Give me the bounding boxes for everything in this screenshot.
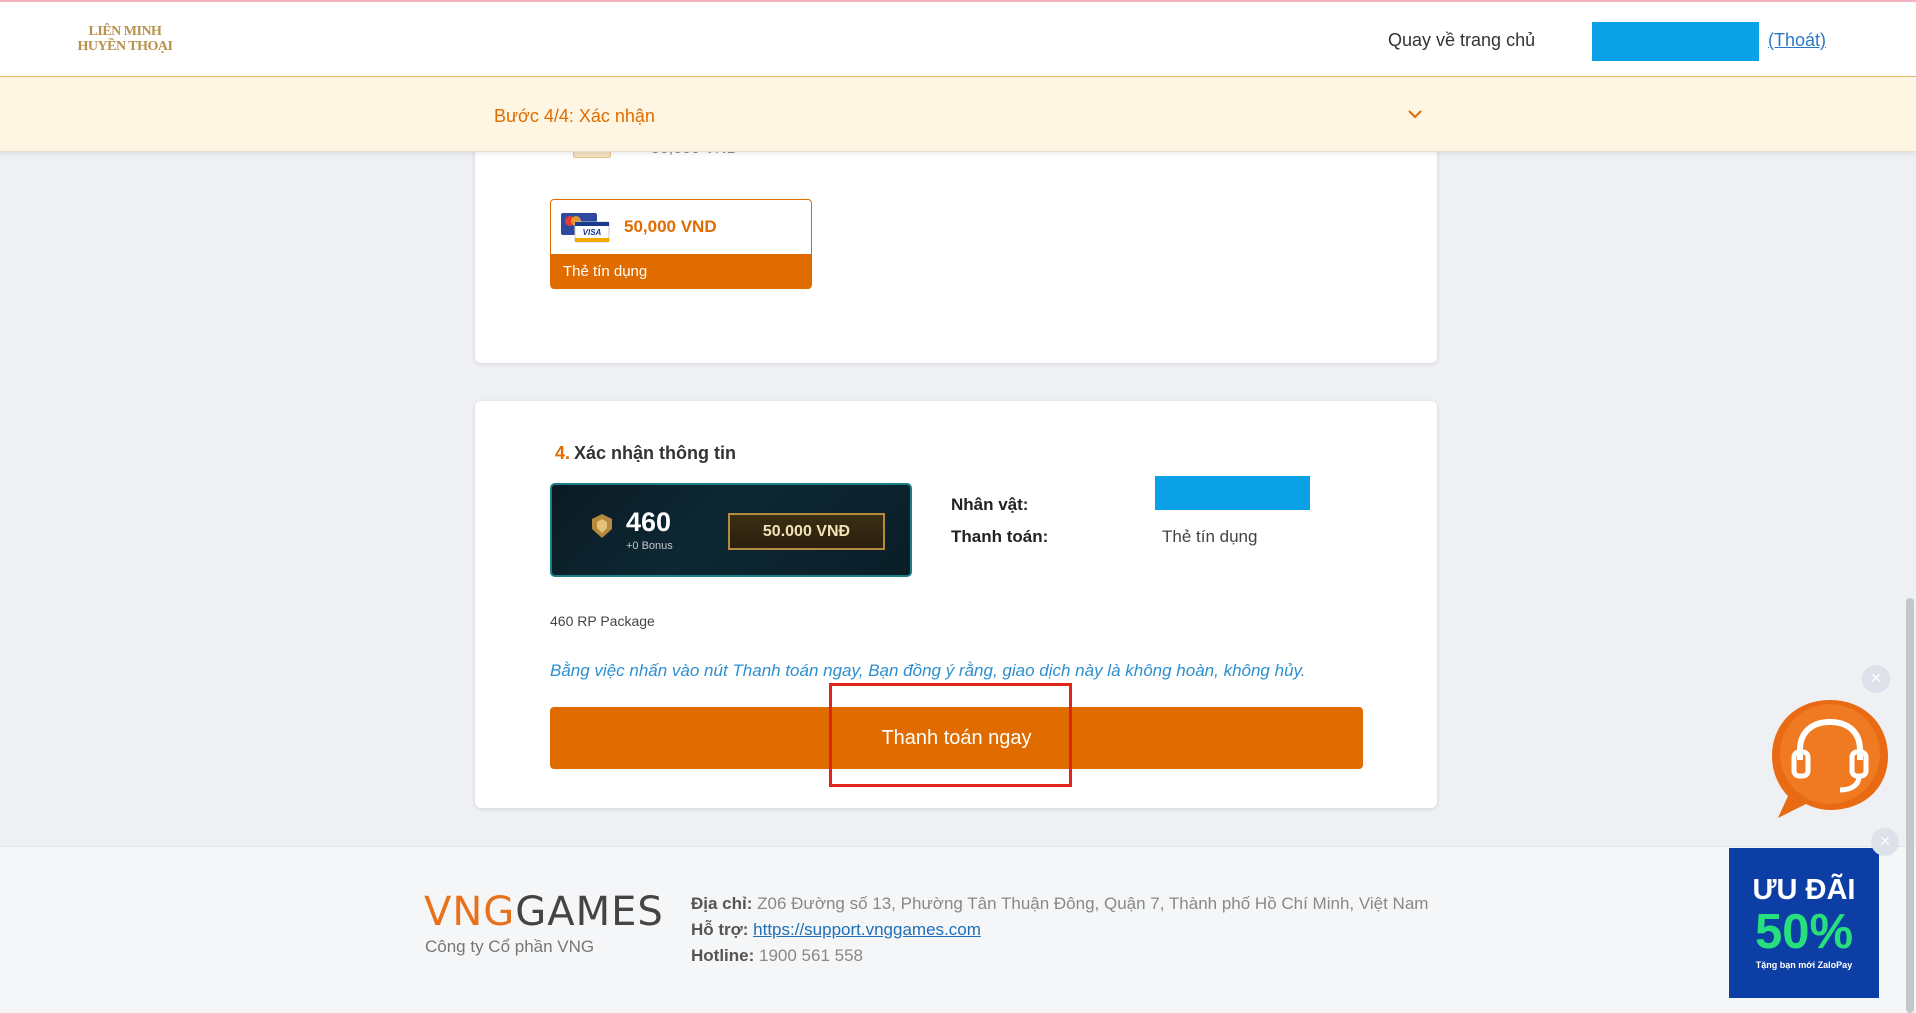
address-value: Z06 Đường số 13, Phường Tân Thuận Đông, … (757, 894, 1429, 913)
selected-payment-method[interactable]: VISA 50,000 VND Thẻ tín dụng (550, 199, 812, 289)
logout-link[interactable]: (Thoát) (1768, 30, 1826, 51)
rp-package-card: 460 +0 Bonus 50.000 VNĐ (550, 483, 912, 577)
price-badge: 50.000 VNĐ (728, 513, 885, 550)
confirm-info-card: 4. Xác nhận thông tin 460 +0 Bonus 50.000… (475, 401, 1437, 808)
hotline-label: Hotline: (691, 946, 755, 965)
step-bar[interactable]: Bước 4/4: Xác nhận (0, 76, 1916, 152)
method-label: Thẻ tín dụng (563, 263, 648, 280)
payment-value: Thẻ tín dụng (1162, 527, 1258, 546)
character-name-redacted (1155, 476, 1310, 510)
page-scrollbar[interactable] (1906, 598, 1914, 1013)
promo-title: ƯU ĐÃI (1752, 874, 1856, 906)
riot-points-icon (592, 514, 612, 538)
step-indicator: Bước 4/4: Xác nhận (494, 106, 655, 126)
credit-card-visa-mastercard-icon: VISA (561, 213, 610, 243)
method-footer: Thẻ tín dụng (551, 254, 811, 288)
character-label: Nhân vật: (951, 495, 1029, 514)
home-link[interactable]: Quay về trang chủ (1388, 30, 1535, 51)
address-label: Địa chỉ: (691, 894, 753, 913)
lien-minh-logo[interactable]: LIÊN MINH HUYỀN THOẠI (72, 24, 178, 60)
section-number: 4. (555, 443, 571, 463)
logo-line-1: LIÊN MINH (88, 24, 162, 39)
svg-text:VISA: VISA (583, 228, 602, 237)
rp-amount: 460 (626, 507, 672, 537)
hotline-value: 1900 561 558 (759, 946, 864, 965)
company-name: Công ty Cổ phần VNG (425, 937, 595, 956)
package-name: 460 RP Package (550, 613, 655, 629)
headset-support-icon[interactable] (1766, 694, 1894, 822)
payment-label: Thanh toán: (951, 527, 1049, 546)
logo-vng: VNG (424, 889, 516, 935)
promo-subtitle: Tặng bạn mới ZaloPay (1755, 960, 1853, 970)
method-amount: 50,000 VND (624, 217, 717, 236)
promo-close-button[interactable]: × (1871, 828, 1899, 856)
support-link[interactable]: https://support.vnggames.com (753, 920, 981, 939)
support-label: Hỗ trợ: (691, 920, 749, 939)
logo-line-2: HUYỀN THOẠI (77, 39, 173, 54)
username-redacted (1592, 22, 1759, 61)
footer-hotline: Hotline: 1900 561 558 (691, 946, 863, 966)
rp-bonus: +0 Bonus (626, 540, 673, 552)
promo-discount: 50% (1754, 905, 1854, 959)
footer: VNGGAMES Công ty Cổ phần VNG Địa chỉ: Z0… (0, 846, 1916, 1013)
footer-support: Hỗ trợ: https://support.vnggames.com (691, 920, 981, 940)
footer-address: Địa chỉ: Z06 Đường số 13, Phường Tân Thu… (691, 894, 1428, 914)
zalopay-promo-banner[interactable]: ƯU ĐÃI 50% Tặng bạn mới ZaloPay (1729, 848, 1879, 998)
section-title: 4. Xác nhận thông tin (555, 443, 736, 464)
vng-games-logo[interactable]: VNGGAMES (424, 890, 664, 934)
section-title-text: Xác nhận thông tin (574, 443, 737, 463)
logo-games: GAMES (515, 889, 664, 935)
top-header: LIÊN MINH HUYỀN THOẠI Quay về trang chủ … (0, 0, 1916, 76)
chevron-down-icon[interactable] (1404, 103, 1426, 125)
chat-close-button[interactable]: × (1862, 665, 1890, 693)
pay-now-button[interactable]: Thanh toán ngay (550, 707, 1363, 769)
refund-notice: Bằng việc nhấn vào nút Thanh toán ngay, … (550, 661, 1306, 680)
